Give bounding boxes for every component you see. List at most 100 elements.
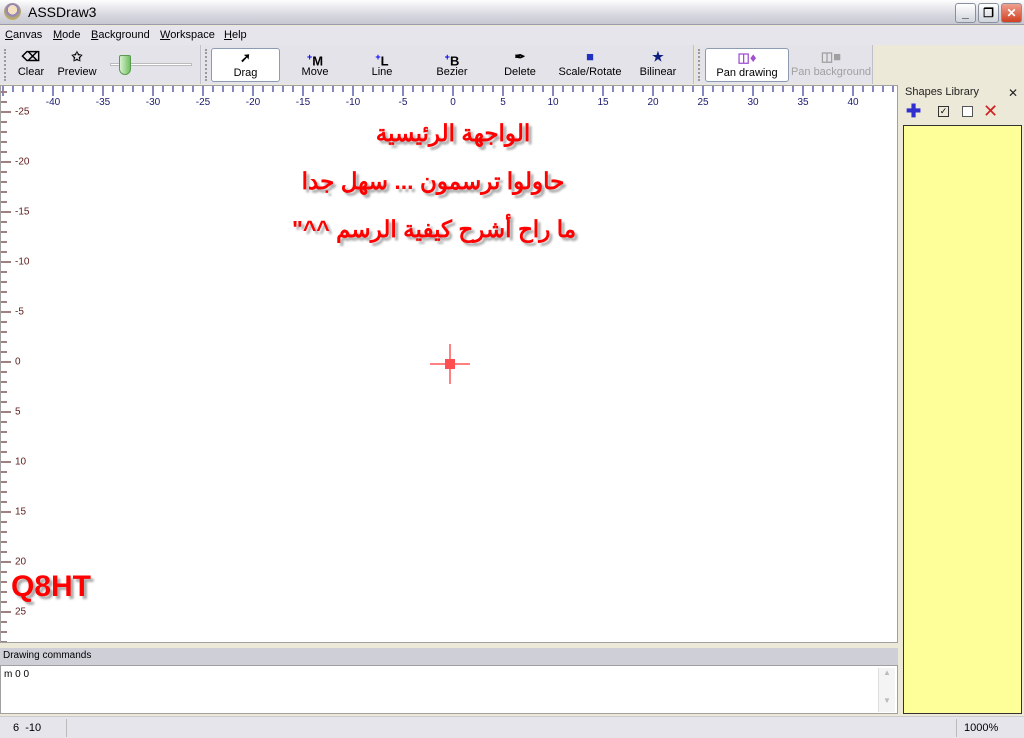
ruler-tick [1,201,7,203]
ruler-label: 25 [15,606,27,618]
ruler-tick [1,571,7,573]
ruler-tick [1,361,11,363]
ruler-tick [1,431,7,433]
preview-button[interactable]: ✩ Preview [54,48,100,82]
pan-background-button[interactable]: ◫■ Pan background [790,48,872,82]
menu-mode[interactable]: Mode [53,29,81,41]
ruler-tick [1,601,7,603]
ruler-label: -35 [95,97,111,108]
pan-drawing-button[interactable]: ◫♦ Pan drawing [705,48,789,82]
scroll-up-icon[interactable]: ▲ [879,668,895,682]
drawing-commands-textarea[interactable]: m 0 0 ▲ ▼ [0,665,898,714]
ruler-label: -20 [15,156,30,168]
ruler-label: -15 [295,97,311,108]
line-button[interactable]: +L Line [360,48,404,82]
ruler-tick [852,86,854,96]
drag-button[interactable]: ➚ Drag [211,48,280,82]
menu-help[interactable]: Help [224,29,247,41]
ruler-tick [742,86,744,92]
button-label: Scale/Rotate [558,66,622,78]
drawing-canvas[interactable]: -40 -35 -30 -25 -20 -15 -10 -5 0 5 10 15 20 25 30 35 40 … [0,85,898,643]
menu-workspace[interactable]: Workspace [160,29,215,41]
minimize-button[interactable]: _ [955,3,976,23]
pan-drawing-icon: ◫♦ [737,50,757,65]
ruler-tick [392,86,394,92]
status-bar: 6 -10 1000% [0,716,1024,738]
ruler-tick [42,86,44,92]
commands-scrollbar[interactable]: ▲ ▼ [878,668,895,712]
ruler-label: 10 [15,456,27,468]
pen-delete-icon: ✒ [514,49,526,64]
ruler-tick [772,86,774,92]
uncheck-all-icon[interactable] [962,106,973,117]
ruler-tick [122,86,124,92]
menu-canvas[interactable]: Canvas [5,29,42,41]
ruler-tick [832,86,834,92]
add-shape-icon[interactable]: ✚ [906,101,921,121]
ruler-tick [452,86,454,96]
ruler-tick [862,86,864,92]
ruler-tick [1,261,11,263]
ruler-tick [692,86,694,92]
ruler-tick [632,86,634,92]
menu-background[interactable]: Background [91,29,150,41]
ruler-tick [52,86,54,96]
ruler-tick [1,371,7,373]
ruler-label: 20 [15,556,27,568]
restore-button[interactable]: ❐ [978,3,999,23]
ruler-tick [1,491,7,493]
move-button[interactable]: +M Move [290,48,340,82]
ruler-tick [1,631,7,633]
check-all-icon[interactable]: ✓ [938,106,949,117]
scale-rotate-button[interactable]: ■ Scale/Rotate [555,48,625,82]
ruler-label: -10 [345,97,361,108]
delete-shape-icon[interactable]: ✕ [983,101,998,121]
ruler-tick [442,86,444,92]
menu-label: Workspace [160,29,215,41]
bezier-button[interactable]: +B Bezier [430,48,474,82]
bilinear-button[interactable]: ★ Bilinear [636,48,680,82]
toolbar-grip[interactable] [205,49,208,81]
ruler-tick [82,86,84,92]
ruler-tick [1,281,7,283]
canvas-text-line-2: حاولوا ترسمون ... سهل جدا [301,168,565,194]
ruler-tick [562,86,564,92]
scroll-down-icon[interactable]: ▼ [879,696,895,710]
ruler-tick [1,401,7,403]
ruler-tick [812,86,814,92]
ruler-tick [262,86,264,92]
close-icon[interactable]: ✕ [1008,86,1018,100]
ruler-tick [1,251,7,253]
ruler-tick [402,86,404,96]
ruler-tick [1,101,7,103]
cursor-coordinates: 6 -10 [13,722,42,734]
shapes-library-list[interactable] [903,125,1022,714]
ruler-tick [1,381,7,383]
ruler-tick [482,86,484,92]
ruler-tick [552,86,554,96]
ruler-label: 30 [747,97,759,108]
clear-button[interactable]: ⌫ Clear [12,48,50,82]
slider-thumb[interactable] [119,55,131,75]
ruler-tick [1,151,7,153]
toolbar-grip[interactable] [4,49,7,81]
ruler-label: -25 [195,97,211,108]
ruler-tick [1,591,7,593]
button-label: Pan background [790,66,872,78]
ruler-label: 0 [15,356,21,368]
ruler-tick [1,561,11,563]
ruler-tick [652,86,654,96]
menu-label: Background [91,29,150,41]
ruler-tick [372,86,374,92]
button-label: Delete [504,66,536,78]
close-button[interactable]: ✕ [1001,3,1022,23]
delete-button[interactable]: ✒ Delete [498,48,542,82]
menu-bar: Canvas Mode Background Workspace Help [0,26,1024,45]
ruler-tick [572,86,574,92]
origin-point[interactable] [445,359,455,369]
ruler-tick [362,86,364,92]
ruler-tick [192,86,194,92]
toolbar: ⌫ Clear ✩ Preview ➚ Drag +M Move +L Line +B Be… [0,45,1024,85]
toolbar-grip[interactable] [698,49,701,81]
ruler-label: 15 [597,97,609,108]
